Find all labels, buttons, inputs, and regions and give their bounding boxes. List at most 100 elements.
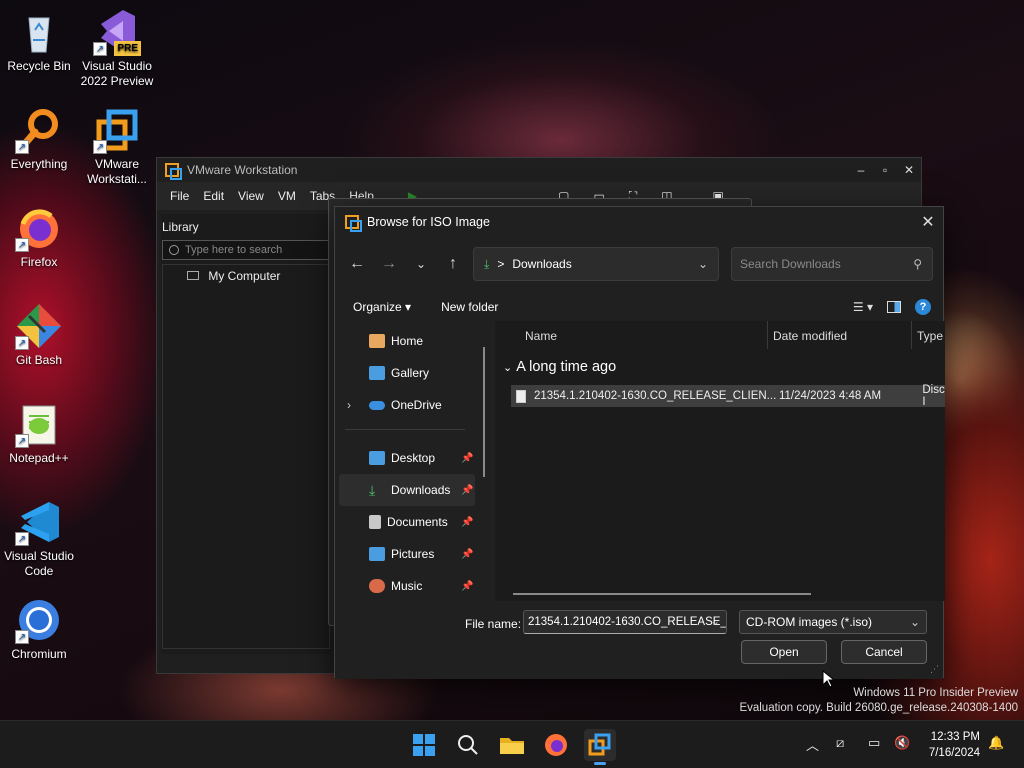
firefox-icon[interactable] bbox=[540, 729, 572, 761]
preview-badge: PRE bbox=[114, 41, 141, 56]
tree-item-my-computer[interactable]: My Computer bbox=[208, 269, 280, 283]
show-hidden-icons-chevron-icon[interactable]: ︿ bbox=[806, 735, 819, 754]
desktop-icon-label: Visual Studio Code bbox=[4, 549, 74, 578]
desktop-icon-label: Everything bbox=[10, 157, 68, 171]
desktop-icon-vmware[interactable]: ↗ VMware Workstati... bbox=[78, 106, 156, 187]
library-pane: Library Type here to search My Computer bbox=[161, 214, 331, 654]
nav-item-pictures[interactable]: Pictures 📌 bbox=[335, 538, 493, 570]
display-icon[interactable]: ▭ bbox=[868, 735, 880, 751]
library-search-input[interactable]: Type here to search bbox=[162, 240, 330, 260]
nav-item-music[interactable]: Music 📌 bbox=[335, 570, 493, 601]
menu-vm[interactable]: VM bbox=[271, 189, 303, 203]
new-folder-button[interactable]: New folder bbox=[441, 300, 498, 314]
file-name-dropdown-chevron-icon[interactable]: ⌄ bbox=[710, 611, 720, 633]
desktop-icon-chromium[interactable]: ↗ Chromium bbox=[0, 596, 78, 662]
vmware-icon[interactable] bbox=[584, 729, 616, 765]
view-options-icon[interactable]: ☰ ▾ bbox=[853, 300, 873, 314]
nav-item-documents[interactable]: Documents 📌 bbox=[335, 506, 493, 538]
desktop-icon-git-bash[interactable]: ↗ Git Bash bbox=[0, 302, 78, 368]
menu-edit[interactable]: Edit bbox=[196, 189, 231, 203]
nav-item-gallery[interactable]: Gallery bbox=[335, 357, 493, 389]
file-list-scrollbar[interactable] bbox=[513, 593, 811, 595]
menu-file[interactable]: File bbox=[163, 189, 196, 203]
collapse-chevron-icon[interactable]: ⌄ bbox=[503, 362, 512, 374]
shortcut-arrow-icon: ↗ bbox=[15, 140, 29, 154]
file-list: Name Date modified Type ⌄ A long time ago… bbox=[495, 321, 945, 601]
cancel-button[interactable]: Cancel bbox=[841, 640, 927, 664]
file-explorer-icon[interactable] bbox=[496, 729, 528, 761]
windows-watermark: Windows 11 Pro Insider Preview Evaluatio… bbox=[739, 687, 1018, 714]
forward-arrow-icon[interactable]: → bbox=[373, 255, 405, 273]
search-icon[interactable] bbox=[452, 729, 484, 761]
downloads-folder-icon: ⤓ bbox=[369, 482, 376, 498]
nav-item-onedrive[interactable]: › OneDrive bbox=[335, 389, 493, 421]
preview-pane-icon[interactable] bbox=[887, 301, 901, 313]
network-disconnected-icon[interactable]: ⧄ bbox=[836, 735, 844, 751]
file-name: 21354.1.210402-1630.CO_RELEASE_CLIEN... bbox=[533, 390, 777, 402]
clock-date: 7/16/2024 bbox=[928, 747, 980, 759]
shortcut-arrow-icon: ↗ bbox=[93, 140, 107, 154]
file-type: Disc I bbox=[922, 384, 945, 408]
file-name-input[interactable]: 21354.1.210402-1630.CO_RELEASE_ ⌄ bbox=[523, 610, 727, 634]
nav-item-home[interactable]: Home bbox=[335, 325, 493, 357]
vmware-icon: ↗ bbox=[93, 106, 141, 154]
dialog-title-bar: Browse for ISO Image ✕ bbox=[335, 207, 943, 237]
dialog-close-button[interactable]: ✕ bbox=[913, 212, 943, 232]
onedrive-icon bbox=[369, 400, 385, 410]
command-bar: Organize ▾ New folder ☰ ▾ ? bbox=[335, 293, 943, 321]
volume-muted-icon[interactable]: 🔇 bbox=[894, 735, 910, 751]
maximize-button[interactable]: ▫ bbox=[873, 163, 897, 177]
expand-chevron-icon[interactable]: › bbox=[347, 398, 351, 412]
navigation-pane: Home Gallery › OneDrive Desktop 📌 ⤓ Downloa… bbox=[335, 325, 493, 601]
column-name[interactable]: Name bbox=[525, 329, 557, 343]
back-arrow-icon[interactable]: ← bbox=[341, 255, 373, 273]
help-icon[interactable]: ? bbox=[915, 299, 931, 315]
desktop-icon-everything[interactable]: ↗ Everything bbox=[0, 106, 78, 172]
downloads-icon: ⤓ bbox=[484, 256, 490, 271]
nav-scrollbar[interactable] bbox=[483, 347, 485, 477]
recent-locations-chevron-icon[interactable]: ⌄ bbox=[405, 257, 437, 271]
computer-icon bbox=[187, 271, 199, 280]
vscode-icon: ↗ bbox=[15, 498, 63, 546]
shortcut-arrow-icon: ↗ bbox=[15, 532, 29, 546]
desktop-icon-visual-studio[interactable]: PRE ↗ Visual Studio 2022 Preview bbox=[78, 8, 156, 89]
shortcut-arrow-icon: ↗ bbox=[15, 238, 29, 252]
breadcrumb-downloads[interactable]: Downloads bbox=[512, 257, 571, 271]
start-icon[interactable] bbox=[408, 729, 440, 761]
home-icon bbox=[369, 334, 385, 348]
minimize-button[interactable]: – bbox=[849, 163, 873, 177]
clock-time: 12:33 PM bbox=[930, 731, 980, 743]
organize-button[interactable]: Organize ▾ bbox=[353, 300, 411, 314]
column-date-modified[interactable]: Date modified bbox=[773, 329, 847, 343]
address-dropdown-chevron-icon[interactable]: ⌄ bbox=[698, 257, 708, 271]
file-group-header[interactable]: ⌄ A long time ago bbox=[503, 359, 616, 375]
search-input[interactable]: Search Downloads ⚲ bbox=[731, 247, 933, 281]
notification-bell-icon[interactable]: 🔔 bbox=[988, 735, 1004, 751]
close-button[interactable]: ✕ bbox=[897, 163, 921, 177]
clock[interactable]: 12:33 PM 7/16/2024 bbox=[916, 729, 980, 761]
menu-view[interactable]: View bbox=[231, 189, 271, 203]
library-header: Library bbox=[162, 220, 199, 234]
pin-icon: 📌 bbox=[461, 484, 474, 496]
visual-studio-icon: PRE ↗ bbox=[93, 8, 141, 56]
file-type-chevron-icon: ⌄ bbox=[909, 615, 920, 629]
dialog-footer: File name: 21354.1.210402-1630.CO_RELEAS… bbox=[335, 603, 943, 679]
desktop-icon-label: VMware Workstati... bbox=[87, 157, 147, 186]
up-arrow-icon[interactable]: ↑ bbox=[437, 255, 469, 273]
taskbar: ︿ ⧄ ▭ 🔇 12:33 PM 7/16/2024 🔔 bbox=[0, 720, 1024, 768]
desktop-icon-firefox[interactable]: ↗ Firefox bbox=[0, 204, 78, 270]
desktop-icon-vscode[interactable]: ↗ Visual Studio Code bbox=[0, 498, 78, 579]
file-row[interactable]: 21354.1.210402-1630.CO_RELEASE_CLIEN... … bbox=[511, 384, 945, 408]
nav-item-downloads[interactable]: ⤓ Downloads 📌 bbox=[339, 474, 475, 506]
pin-icon: 📌 bbox=[461, 452, 474, 464]
disc-image-file-icon bbox=[516, 389, 526, 403]
resize-grip-icon[interactable]: ⋰ bbox=[930, 664, 939, 675]
vmware-icon bbox=[165, 163, 182, 180]
nav-item-desktop[interactable]: Desktop 📌 bbox=[335, 442, 493, 474]
address-bar[interactable]: ⤓ > Downloads ⌄ ↻ bbox=[473, 247, 750, 281]
open-button[interactable]: Open bbox=[741, 640, 827, 664]
file-type-select[interactable]: CD-ROM images (*.iso) ⌄ bbox=[739, 610, 927, 634]
desktop-icon-notepad-plus-plus[interactable]: ↗ Notepad++ bbox=[0, 400, 78, 466]
column-type[interactable]: Type bbox=[917, 329, 943, 343]
desktop-icon-recycle-bin[interactable]: Recycle Bin bbox=[0, 8, 78, 74]
